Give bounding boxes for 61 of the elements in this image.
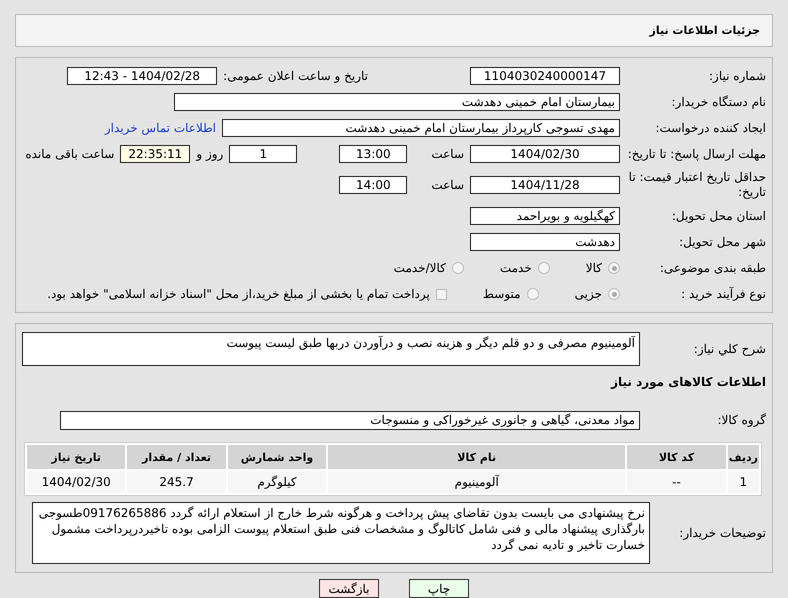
time-field: 14:00	[339, 176, 408, 194]
radio-label: کالا/خدمت	[394, 261, 446, 275]
need-number-field: 1104030240000147	[470, 67, 620, 85]
field-label: ایجاد کننده درخواست:	[654, 120, 766, 136]
time-label: ساعت	[431, 147, 464, 161]
column-header: تاریخ نیاز	[27, 445, 126, 469]
field-label: نام دستگاه خریدار:	[670, 94, 766, 110]
radio-button[interactable]	[608, 262, 620, 274]
table-cell: 1	[728, 471, 759, 493]
date-field: 1404/11/28	[470, 176, 620, 194]
table-cell: 1404/02/30	[27, 471, 126, 493]
radio-label: جزیی	[574, 287, 602, 301]
field-label: طبقه بندی موضوعی:	[658, 260, 766, 276]
field-label: تاریخ و ساعت اعلان عمومی:	[223, 69, 368, 83]
field-label: نوع فرآیند خرید :	[680, 286, 766, 302]
print-button[interactable]: چاپ	[409, 579, 469, 598]
radio-label: خدمت	[500, 261, 532, 275]
radio-label: کالا	[586, 261, 602, 275]
column-header: کد کالا	[627, 445, 726, 469]
days-label: روز و	[196, 147, 224, 161]
province-field: کهگیلویه و بویراحمد	[470, 207, 620, 225]
requester-field: مهدی تسوجی کارپرداز بیمارستان امام خمینی دهدشت	[222, 119, 620, 137]
time-field: 13:00	[339, 145, 408, 163]
radio-button[interactable]	[538, 262, 550, 274]
table-cell: آلومینیوم	[328, 471, 626, 493]
back-button[interactable]: بازگشت	[319, 579, 379, 598]
description-field: آلومینیوم مصرفی و دو قلم دیگر و هزینه نصب و درآوردن دربها طبق لیست پیوست	[22, 332, 640, 366]
treasury-note: پرداخت تمام یا بخشی از مبلغ خرید،از محل "اسناد خزانه اسلامی" خواهد بود.	[47, 287, 430, 301]
table-cell: کیلوگرم	[228, 471, 326, 493]
column-header: تعداد / مقدار	[127, 445, 226, 469]
buyer-contact-link[interactable]: اطلاعات تماس خریدار	[104, 121, 216, 135]
field-label: شماره نیاز:	[708, 68, 766, 84]
field-label: حداقل تاریخ اعتبار قیمت: تا تاریخ:	[628, 170, 766, 200]
date-field: 1404/02/30	[470, 145, 620, 163]
remaining-time-field: 22:35:11	[120, 145, 190, 163]
column-header: ردیف	[728, 445, 759, 469]
announce-date-field: 1404/02/28 - 12:43	[67, 67, 218, 85]
column-header: واحد شمارش	[228, 445, 326, 469]
treasury-checkbox[interactable]	[436, 288, 447, 300]
table-cell: 245.7	[127, 471, 226, 493]
column-header: نام کالا	[328, 445, 626, 469]
buyer-notes-field: نرخ پیشنهادی می بایست بدون تقاضای پیش پرداخت و هرگونه شرط خارج از استعلام ارائه گردد 09176265886طسوجی بارگذاری پیشنهاد مالی و فنی شامل کاتالوگ و مشخصات فنی طبق استعلام پیوست الزامی بوده تاخیردرپرداخت مشمول خسارت تاخیر و تادیه نمی گردد	[32, 502, 650, 564]
goods-group-field: مواد معدنی، گیاهی و جانوری غیرخوراکی و منسوجات	[60, 410, 640, 430]
field-label: شرح كلي نياز:	[692, 342, 766, 356]
field-label: مهلت ارسال پاسخ: تا تاریخ:	[626, 146, 766, 162]
buyer-org-field: بیمارستان امام خمینی دهدشت	[174, 93, 620, 111]
section-title: اطلاعات کالاهای مورد نیاز	[611, 375, 766, 389]
field-label: گروه کالا:	[716, 412, 766, 428]
page-title: جزئیات اطلاعات نیاز	[650, 24, 760, 37]
field-label: توضیحات خریدار:	[678, 526, 766, 540]
time-label: ساعت	[431, 178, 464, 192]
field-label: استان محل تحویل:	[670, 208, 766, 224]
radio-button[interactable]	[452, 262, 464, 274]
days-field: 1	[229, 145, 298, 163]
table-cell: --	[627, 471, 726, 493]
city-field: دهدشت	[470, 233, 620, 251]
remaining-label: ساعت باقی مانده	[25, 147, 114, 161]
radio-label: متوسط	[482, 287, 521, 301]
field-label: شهر محل تحویل:	[678, 234, 766, 250]
radio-button[interactable]	[526, 288, 539, 300]
radio-button[interactable]	[608, 288, 620, 300]
